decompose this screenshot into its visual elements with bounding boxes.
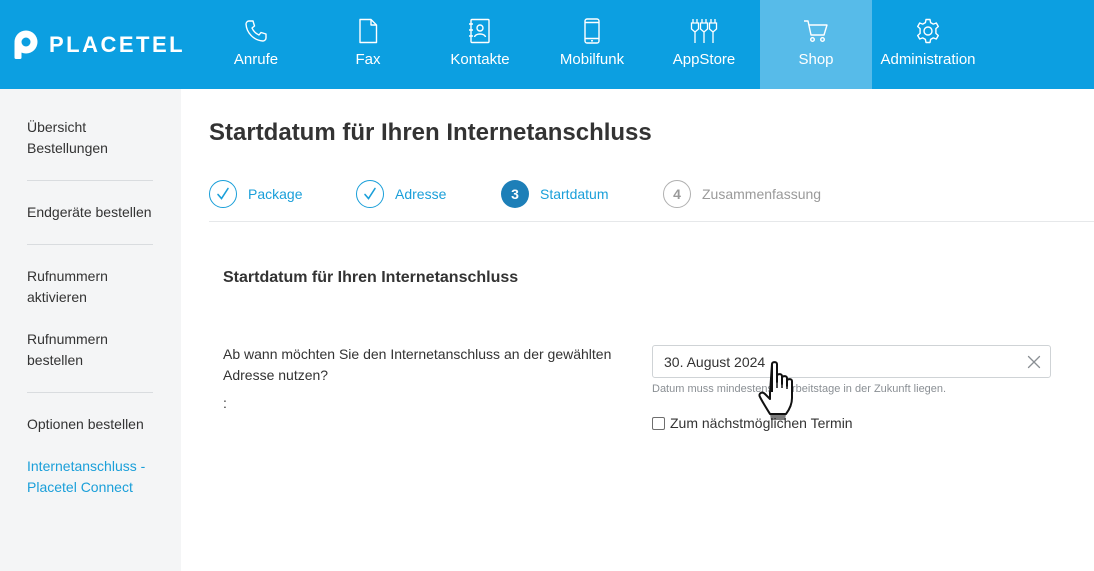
nav-label-kontakte: Kontakte: [450, 51, 510, 68]
earliest-date-label: Zum nächstmöglichen Termin: [670, 415, 853, 431]
earliest-date-checkbox[interactable]: [652, 416, 665, 430]
step-label-startdatum: Startdatum: [540, 186, 609, 202]
phone-icon: [242, 17, 270, 45]
sidebar-item-optionen-bestellen[interactable]: Optionen bestellen: [27, 414, 153, 435]
sidebar-item-endgeraete-bestellen[interactable]: Endgeräte bestellen: [27, 202, 153, 223]
nav-label-anrufe: Anrufe: [233, 51, 279, 68]
nav-item-fax[interactable]: Fax: [312, 0, 424, 89]
step-zusammenfassung: 4 Zusammenfassung: [663, 179, 821, 209]
nav-label-administration: Administration: [880, 51, 976, 68]
top-navigation-bar: PLACETEL Anrufe Fax Kontakte Mobilfunk A…: [0, 0, 1094, 89]
start-date-value: 30. August 2024: [664, 353, 766, 370]
nav-item-shop[interactable]: Shop: [760, 0, 872, 89]
contacts-book-icon: [466, 17, 494, 45]
checkmark-icon: [356, 180, 384, 208]
question-colon: :: [223, 395, 227, 411]
sidebar-item-internetanschluss[interactable]: Internetanschluss - Placetel Connect: [27, 456, 149, 498]
mobile-phone-icon: [578, 17, 606, 45]
sidebar-divider: [27, 392, 153, 393]
sidebar-item-rufnummern-aktivieren[interactable]: Rufnummern aktivieren: [27, 266, 127, 308]
sidebar: Übersicht Bestellungen Endgeräte bestell…: [0, 89, 181, 571]
nav-label-appstore: AppStore: [672, 51, 736, 68]
earliest-date-option[interactable]: Zum nächstmöglichen Termin: [652, 415, 853, 431]
nav-item-administration[interactable]: Administration: [872, 0, 984, 89]
nav-item-anrufe[interactable]: Anrufe: [200, 0, 312, 89]
nav-item-appstore[interactable]: AppStore: [648, 0, 760, 89]
start-date-question: Ab wann möchten Sie den Internetanschlus…: [223, 346, 612, 383]
section-title: Startdatum für Ihren Internetanschluss: [223, 269, 519, 286]
sidebar-item-rufnummern-bestellen[interactable]: Rufnummern bestellen: [27, 329, 127, 371]
progress-stepper: Package Adresse 3 Startdatum 4 Zusammenf…: [209, 179, 1094, 209]
step-number-3: 3: [501, 180, 529, 208]
date-hint: Datum muss mindestens 5 Arbeitstage in d…: [652, 383, 947, 395]
step-package[interactable]: Package: [209, 179, 302, 209]
clear-date-icon[interactable]: [1024, 352, 1044, 372]
main-content: Startdatum für Ihren Internetanschluss P…: [181, 89, 1094, 571]
start-date-input[interactable]: 30. August 2024: [652, 345, 1051, 378]
step-label-zusammenfassung: Zusammenfassung: [702, 186, 822, 202]
gear-icon: [914, 17, 942, 45]
step-label-adresse: Adresse: [395, 186, 447, 202]
main-nav: Anrufe Fax Kontakte Mobilfunk AppStore S…: [200, 0, 984, 89]
page-title: Startdatum für Ihren Internetanschluss: [209, 119, 652, 146]
fax-document-icon: [354, 17, 382, 45]
nav-label-mobilfunk: Mobilfunk: [559, 51, 625, 68]
checkmark-icon: [209, 180, 237, 208]
step-adresse[interactable]: Adresse: [356, 179, 446, 209]
step-number-4: 4: [663, 180, 691, 208]
sidebar-item-uebersicht-bestellungen[interactable]: Übersicht Bestellungen: [27, 117, 153, 159]
placetel-logo[interactable]: PLACETEL: [0, 0, 200, 89]
shopping-cart-icon: [802, 17, 830, 45]
nav-item-mobilfunk[interactable]: Mobilfunk: [536, 0, 648, 89]
sidebar-divider: [27, 180, 153, 181]
step-startdatum: 3 Startdatum: [501, 179, 608, 209]
step-label-package: Package: [248, 186, 303, 202]
placetel-logo-icon: [14, 30, 38, 59]
stepper-divider: [209, 221, 1094, 222]
nav-label-shop: Shop: [798, 51, 834, 68]
plugs-icon: [690, 17, 718, 45]
brand-name: PLACETEL: [49, 31, 186, 57]
nav-item-kontakte[interactable]: Kontakte: [424, 0, 536, 89]
sidebar-divider: [27, 244, 153, 245]
nav-label-fax: Fax: [355, 51, 381, 68]
